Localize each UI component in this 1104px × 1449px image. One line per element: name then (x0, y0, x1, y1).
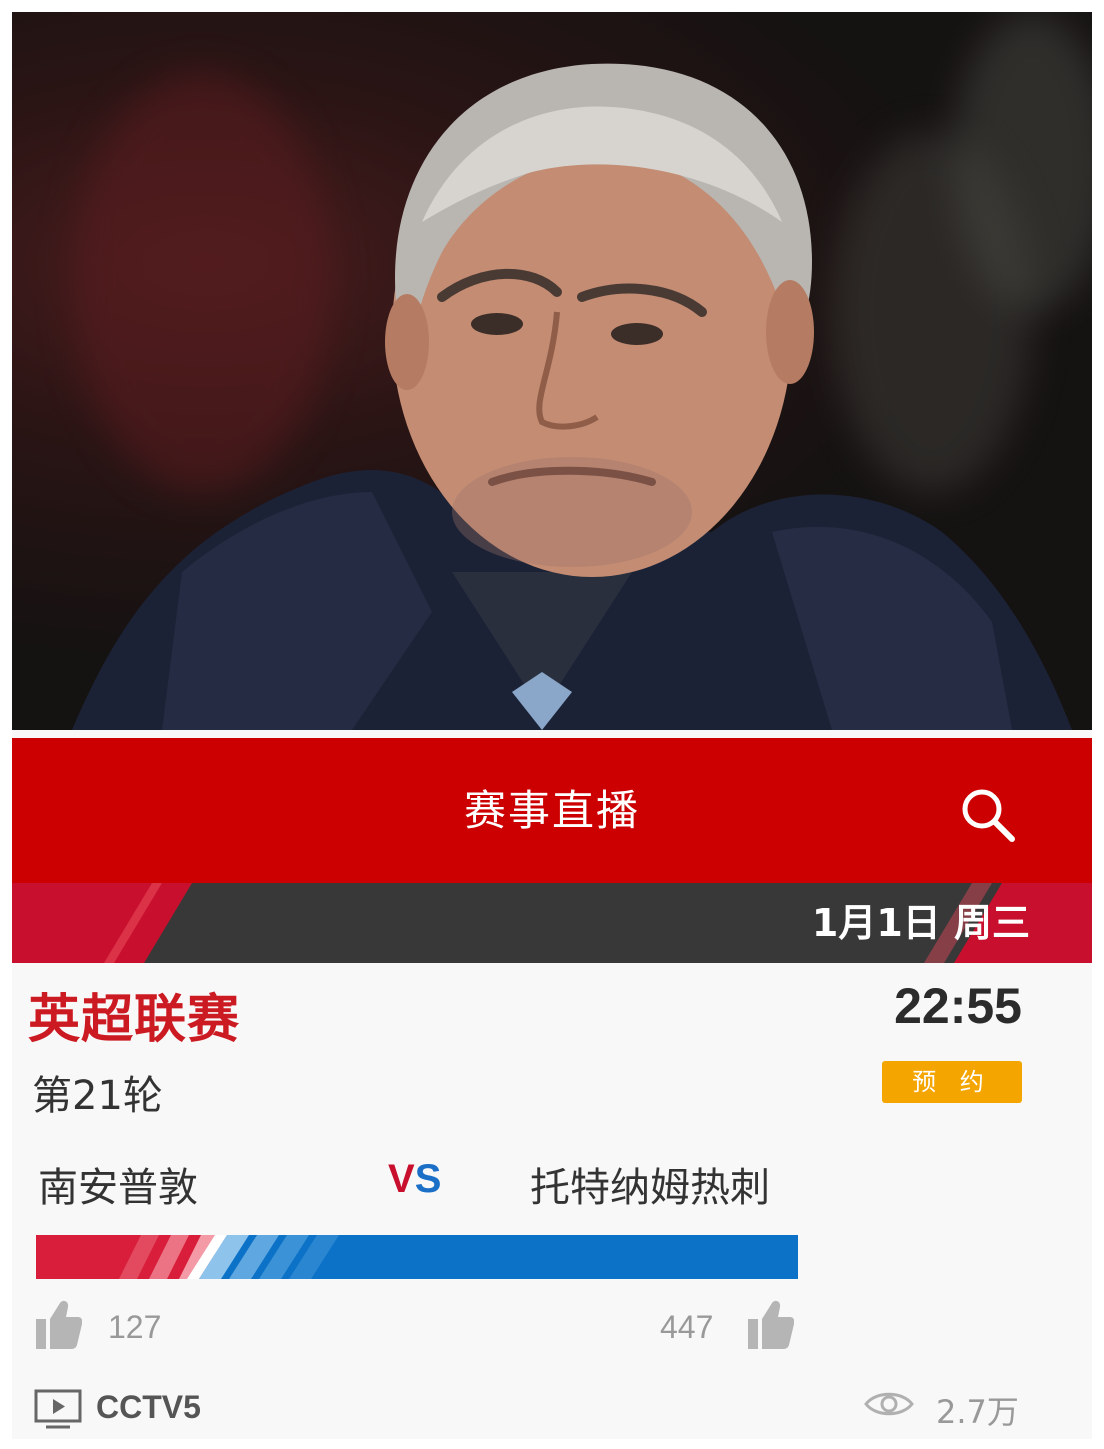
hero-image (12, 12, 1092, 730)
broadcast-channel: CCTV5 (96, 1389, 201, 1425)
reserve-button[interactable]: 预 约 (882, 1061, 1022, 1103)
away-like-count: 447 (660, 1309, 714, 1345)
view-count: 2.7万 (936, 1393, 1019, 1431)
date-bar: 1月1日 周三 (12, 883, 1092, 963)
away-team-name: 托特纳姆热刺 (530, 1165, 770, 1211)
page-title: 赛事直播 (463, 786, 640, 835)
header-bar: 赛事直播 (12, 738, 1092, 883)
vs-label: VS (388, 1157, 441, 1202)
match-date: 1月1日 周三 (811, 901, 1030, 945)
match-round: 第21轮 (32, 1073, 163, 1119)
home-like-count: 127 (108, 1309, 162, 1345)
support-ratio-bar (36, 1235, 798, 1279)
tv-play-icon (34, 1389, 82, 1431)
league-name: 英超联赛 (28, 990, 241, 1050)
vs-letter-v: V (388, 1157, 415, 1201)
eye-icon (864, 1387, 914, 1421)
kickoff-time: 22:55 (894, 978, 1022, 1034)
portrait-graphic (72, 63, 1072, 730)
screen: 赛事直播 1月1日 周三 英超联赛 22:55 第21轮 预 约 南安普敦 VS… (12, 12, 1092, 1439)
search-icon[interactable] (958, 785, 1018, 845)
home-team-name: 南安普敦 (38, 1165, 198, 1211)
vs-letter-s: S (414, 1157, 442, 1201)
home-like-thumbs-up-icon[interactable] (36, 1299, 83, 1349)
match-card[interactable]: 英超联赛 22:55 第21轮 预 约 南安普敦 VS 托特纳姆热刺 127 4… (12, 963, 1092, 1439)
away-like-thumbs-up-icon[interactable] (748, 1299, 795, 1349)
